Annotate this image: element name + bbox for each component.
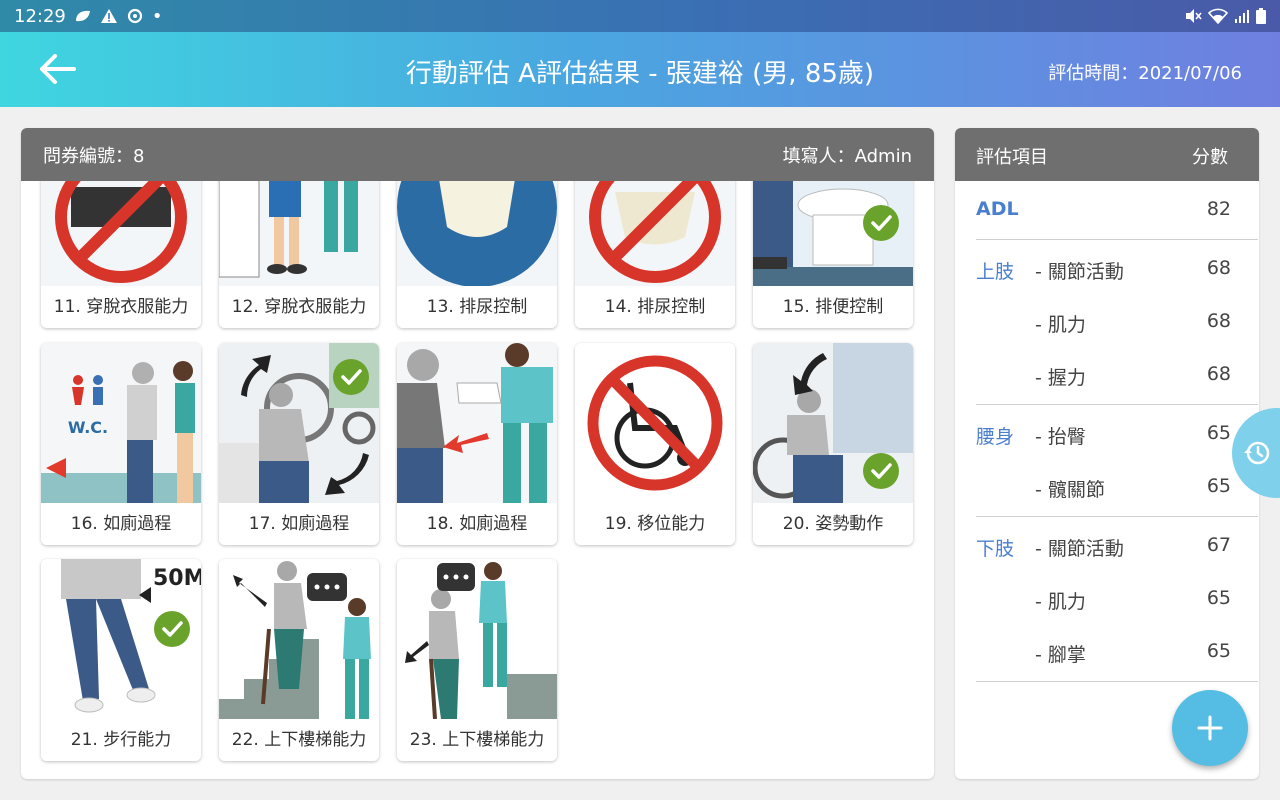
card-label: 15. 排便控制 [753,286,913,328]
no-symbol-icon [575,181,735,286]
card-label: 16. 如廁過程 [41,503,201,545]
divider [976,404,1258,405]
divider [976,239,1258,240]
assessment-grid: 11. 穿脫衣服能力 12. 穿脫衣服能力 13. 排尿控制 14. 排尿控制 [21,181,934,779]
no-symbol-icon [41,181,201,286]
leaf-icon [75,10,90,22]
plus-icon [1197,715,1223,741]
no-wheelchair-icon [575,343,735,503]
row-category: 上肢 [976,261,1015,283]
assessment-card[interactable]: 13. 排尿控制 [397,181,557,328]
status-bar: 12:29 • [0,0,1280,32]
history-icon [1244,441,1270,465]
row-score: 68 [1206,363,1231,385]
card-label: 20. 姿勢動作 [753,503,913,545]
mute-icon [1186,9,1202,23]
header-score-label: 分數 [1192,147,1228,168]
assessment-card[interactable]: 12. 穿脫衣服能力 [219,181,379,328]
questionnaire-number: 問券編號：8 [43,145,145,167]
stairs-up-icon [219,559,379,719]
check-icon [863,205,899,241]
row-score: 65 [1206,587,1231,609]
panel-header: 問券編號：8 填寫人：Admin [21,128,934,181]
card-label: 14. 排尿控制 [575,286,735,328]
battery-icon [1256,8,1266,24]
row-subitem: - 關節活動 [1035,261,1124,283]
add-button[interactable] [1172,690,1248,766]
check-icon [863,453,899,489]
row-score: 65 [1206,422,1231,444]
card-label: 22. 上下樓梯能力 [219,719,379,761]
assessment-card[interactable]: 15. 排便控制 [753,181,913,328]
history-button[interactable] [1232,408,1280,498]
filled-by: 填寫人：Admin [782,145,912,167]
row-subitem: - 髖關節 [1035,479,1105,501]
row-subitem: - 關節活動 [1035,538,1124,560]
diaper-blue-icon [397,181,557,286]
assessment-card[interactable]: 23. 上下樓梯能力 [397,559,557,761]
card-label: 13. 排尿控制 [397,286,557,328]
row-subitem: - 握力 [1035,367,1086,389]
svg-text:W.C.: W.C. [68,418,108,437]
wifi-icon [1208,8,1228,24]
people-standing-icon [219,181,379,286]
header-item-label: 評估項目 [976,147,1048,168]
row-score: 82 [1206,198,1231,220]
card-label: 18. 如廁過程 [397,503,557,545]
row-subitem: - 腳掌 [1035,644,1086,666]
row-score: 67 [1206,534,1231,556]
divider [976,516,1258,517]
assessment-time: 評估時間：2021/07/06 [1048,63,1242,84]
score-panel: 評估項目 分數 ADL 82 上肢 - 關節活動 68 - 肌力 68 - 握力… [955,128,1259,779]
questionnaire-panel: 問券編號：8 填寫人：Admin 11. 穿脫衣服能力 12. 穿脫衣服能力 1… [21,128,934,779]
card-label: 19. 移位能力 [575,503,735,545]
wc-assist-icon: W.C. [41,343,201,503]
assessment-card[interactable]: 20. 姿勢動作 [753,343,913,545]
check-icon [333,359,369,395]
walking-50m-icon: 50M [41,559,201,719]
card-label: 11. 穿脫衣服能力 [41,286,201,328]
toilet-icon [753,181,913,286]
divider [976,681,1258,682]
card-label: 21. 步行能力 [41,719,201,761]
row-score: 65 [1206,475,1231,497]
assessment-card[interactable]: 22. 上下樓梯能力 [219,559,379,761]
assessment-card[interactable]: 18. 如廁過程 [397,343,557,545]
row-score: 68 [1206,310,1231,332]
distance-badge: 50M [153,566,201,591]
status-time: 12:29 [14,5,66,27]
stairs-down-icon [397,559,557,719]
status-dot: • [151,5,163,27]
row-category: ADL [976,198,1019,220]
card-label: 12. 穿脫衣服能力 [219,286,379,328]
card-label: 17. 如廁過程 [219,503,379,545]
assessment-card[interactable]: 50M 21. 步行能力 [41,559,201,761]
row-category: 下肢 [976,538,1015,560]
assessment-card[interactable]: 17. 如廁過程 [219,343,379,545]
assessment-card[interactable]: W.C. 16. 如廁過程 [41,343,201,545]
row-subitem: - 肌力 [1035,591,1086,613]
row-category: 腰身 [976,426,1015,448]
sync-icon [127,8,142,24]
row-subitem: - 肌力 [1035,314,1086,336]
wheelchair-transfer-icon [219,343,379,503]
assessment-card[interactable]: 19. 移位能力 [575,343,735,545]
row-subitem: - 抬臀 [1035,426,1086,448]
check-icon [154,611,190,647]
assessment-card[interactable]: 14. 排尿控制 [575,181,735,328]
assessment-card[interactable]: 11. 穿脫衣服能力 [41,181,201,328]
app-bar: 行動評估 A評估結果 - 張建裕 (男, 85歲) 評估時間：2021/07/0… [0,32,1280,107]
card-label: 23. 上下樓梯能力 [397,719,557,761]
row-score: 68 [1206,257,1231,279]
warning-icon [100,9,117,23]
caregiver-assist-icon [397,343,557,503]
signal-icon [1235,10,1249,23]
row-score: 65 [1206,640,1231,662]
wheelchair-posture-icon [753,343,913,503]
score-panel-header: 評估項目 分數 [955,128,1259,181]
